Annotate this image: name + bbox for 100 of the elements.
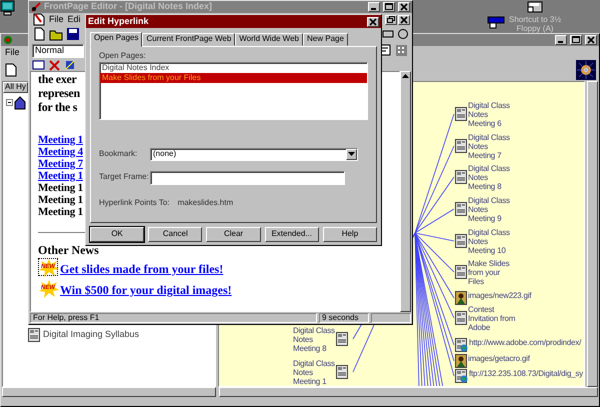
meeting-text: Meeting 1 [38,194,83,206]
node-label[interactable]: Digital Class Notes Meeting 7 [468,133,510,160]
target-frame-field[interactable] [150,170,345,185]
close-icon [369,18,377,26]
grid-icon[interactable] [395,44,409,57]
close-icon [587,36,595,44]
drive-icon[interactable] [487,14,505,29]
maximize-icon [385,3,393,11]
node-label[interactable]: Contest Invitation from Adobe [468,305,516,332]
circle-icon[interactable] [397,27,409,41]
page-icon[interactable] [455,139,467,153]
list-item[interactable]: Digital Notes Index [100,62,367,73]
globe-page-icon[interactable] [455,338,468,352]
menu-item[interactable]: Edi [68,14,81,24]
maximize-icon [572,36,580,44]
scrollbar[interactable] [587,81,598,387]
field-label: Hyperlink Points To: [99,198,170,208]
maximize-button[interactable] [570,35,582,45]
news-link[interactable]: Get slides made from your files! [60,262,224,276]
dialog-button[interactable]: Extended... [264,227,319,242]
news-link[interactable]: Win $500 for your digital images! [60,284,232,297]
caret-icon[interactable] [348,152,355,156]
dialog-button[interactable]: Cancel [148,227,202,242]
tab[interactable]: New Page [303,33,348,46]
meeting-link[interactable]: Meeting 1 [38,170,83,182]
status-text: For Help, press F1 [30,312,317,324]
globe-page-icon[interactable] [455,369,468,383]
node-label[interactable]: Make Slides from your Files [468,259,510,286]
dialog-button[interactable]: OK [90,227,144,242]
page-icon[interactable] [455,170,467,184]
close-button[interactable] [398,14,410,24]
document-icon[interactable] [33,13,45,26]
maximize-button[interactable] [383,2,395,12]
tab[interactable]: World Wide Web [235,33,303,46]
paragraph-text: for the s [38,100,78,114]
link-target-text: makeslides.htm [178,198,234,208]
picture-icon[interactable] [455,354,467,368]
app-icon [31,2,41,12]
minimize-button[interactable] [555,35,567,45]
page-icon[interactable] [455,311,467,325]
node-label[interactable]: Digital Class Notes Meeting 1 [293,359,335,386]
meeting-link[interactable]: Meeting 7 [38,158,83,170]
meeting-link[interactable]: Meeting 1 [38,134,83,146]
scrollbar[interactable] [2,387,216,397]
node-label[interactable]: images/new223.gif [468,291,532,300]
app-icon [3,35,13,45]
field-label: Bookmark: [99,150,138,159]
floppy-icon[interactable] [527,1,543,13]
close-icon [400,3,408,11]
bookmark-dropdown[interactable]: (none) [150,148,358,161]
scrollbar[interactable] [219,387,598,397]
page-icon[interactable] [336,332,348,346]
page-icon[interactable] [455,202,467,216]
dialog-button[interactable]: Help [322,227,378,242]
node-label[interactable]: ftp://132.235.108.73/Digital/dig_sy [469,369,583,378]
restore-button[interactable] [385,14,397,24]
dialog-title: Edit Hyperlink [88,16,149,26]
new-page-icon[interactable] [4,63,18,77]
meeting-link[interactable]: Meeting 4 [38,146,83,158]
close-icon [400,16,408,24]
node-label[interactable]: images/getacro.gif [468,354,530,363]
close-button[interactable] [367,16,379,26]
node-label[interactable]: Digital Class Notes Meeting 8 [293,326,335,353]
scrollbar[interactable] [400,71,411,312]
menu-item[interactable]: File [49,14,64,24]
section-heading: Other News [38,244,99,257]
page-icon[interactable] [455,265,467,279]
page-icon[interactable] [336,365,348,379]
picture-icon[interactable] [455,291,467,305]
tree-item-label: Digital Imaging Syllabus [43,330,140,340]
paragraph-text: the exer [38,72,77,86]
restore-icon [387,16,395,24]
page-icon[interactable] [455,107,467,121]
floppy-icon[interactable] [66,27,80,41]
style-dropdown[interactable]: Normal [32,44,84,58]
close-button[interactable] [398,2,410,12]
window-title: FrontPage Editor - [Digital Notes Index] [44,2,212,12]
tree-header[interactable]: All Hy [3,82,28,93]
tab[interactable]: Current FrontPage Web [142,33,236,46]
tab[interactable]: Open Pages [90,32,142,47]
pencil-icon[interactable] [64,59,77,71]
page-icon [28,328,40,342]
field-label: Target Frame: [99,173,150,182]
menu-item[interactable]: File [5,48,20,58]
new-page-icon[interactable] [32,27,46,41]
list-label: Open Pages: [99,52,147,61]
dialog-button[interactable]: Clear [206,227,261,242]
page-icon[interactable] [455,234,467,248]
frame-icon[interactable] [32,59,45,71]
meeting-text: Meeting 1 [38,182,83,194]
node-label[interactable]: http://www.adobe.com/prodindex/ [469,338,582,347]
minimize-button[interactable] [368,2,380,12]
home-page-icon[interactable] [6,94,26,110]
node-label[interactable]: Digital Class Notes Meeting 6 [468,101,510,128]
computer-icon[interactable] [0,0,15,16]
node-label[interactable]: Digital Class Notes Meeting 10 [468,228,510,255]
node-label[interactable]: Digital Class Notes Meeting 8 [468,164,510,191]
paragraph-text: represen [38,86,80,100]
node-label[interactable]: Digital Class Notes Meeting 9 [468,196,510,223]
close-button[interactable] [585,35,597,45]
